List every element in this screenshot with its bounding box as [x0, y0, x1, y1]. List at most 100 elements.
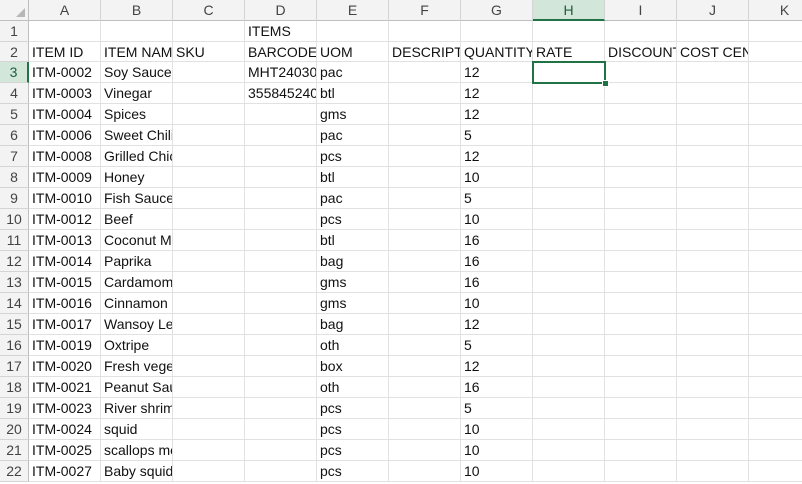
cell-a8[interactable]: ITM-0009 [29, 167, 101, 188]
cell-f9[interactable] [389, 188, 461, 209]
cell-f3[interactable] [389, 62, 461, 83]
cell-i13[interactable] [605, 272, 677, 293]
cell-k4[interactable] [749, 83, 802, 104]
row-header-17[interactable]: 17 [0, 356, 29, 377]
cell-f13[interactable] [389, 272, 461, 293]
cell-a22[interactable]: ITM-0027 [29, 461, 101, 482]
cell-a5[interactable]: ITM-0004 [29, 104, 101, 125]
cell-h12[interactable] [533, 251, 605, 272]
cell-a7[interactable]: ITM-0008 [29, 146, 101, 167]
cell-g3[interactable]: 12 [461, 62, 533, 83]
row-header-11[interactable]: 11 [0, 230, 29, 251]
column-header-f[interactable]: F [389, 0, 461, 21]
cell-f8[interactable] [389, 167, 461, 188]
cell-e17[interactable]: box [317, 356, 389, 377]
spreadsheet-grid[interactable]: ABCDEFGHIJK 1 ITEMS 2ITEM IDITEM NAMESKUBAR… [0, 0, 802, 484]
cell-d1[interactable]: ITEMS [245, 21, 317, 42]
row-header-9[interactable]: 9 [0, 188, 29, 209]
cell-h11[interactable] [533, 230, 605, 251]
cell-f7[interactable] [389, 146, 461, 167]
cell-g7[interactable]: 12 [461, 146, 533, 167]
cell-d15[interactable] [245, 314, 317, 335]
cell-g18[interactable]: 16 [461, 377, 533, 398]
cell-d10[interactable] [245, 209, 317, 230]
column-header-j[interactable]: J [677, 0, 749, 21]
cell-c7[interactable] [173, 146, 245, 167]
row-header-22[interactable]: 22 [0, 461, 29, 482]
cell-a3[interactable]: ITM-0002 [29, 62, 101, 83]
row-header-7[interactable]: 7 [0, 146, 29, 167]
cell-f4[interactable] [389, 83, 461, 104]
cell-e7[interactable]: pcs [317, 146, 389, 167]
cell-d21[interactable] [245, 440, 317, 461]
cell-g10[interactable]: 10 [461, 209, 533, 230]
cell-j1[interactable] [677, 21, 749, 42]
cell-c15[interactable] [173, 314, 245, 335]
cell-d8[interactable] [245, 167, 317, 188]
cell-h17[interactable] [533, 356, 605, 377]
cell-c3[interactable] [173, 62, 245, 83]
cell-a12[interactable]: ITM-0014 [29, 251, 101, 272]
cell-c22[interactable] [173, 461, 245, 482]
cell-d4[interactable]: 355845240 [245, 83, 317, 104]
cell-h8[interactable] [533, 167, 605, 188]
cell-g22[interactable]: 10 [461, 461, 533, 482]
cell-d16[interactable] [245, 335, 317, 356]
cell-f21[interactable] [389, 440, 461, 461]
cell-h3[interactable] [533, 62, 605, 83]
cell-d17[interactable] [245, 356, 317, 377]
cell-h21[interactable] [533, 440, 605, 461]
cell-i18[interactable] [605, 377, 677, 398]
cell-c5[interactable] [173, 104, 245, 125]
cell-h22[interactable] [533, 461, 605, 482]
cell-c18[interactable] [173, 377, 245, 398]
cell-c8[interactable] [173, 167, 245, 188]
cell-h1[interactable] [533, 21, 605, 42]
cell-e2[interactable]: UOM [317, 42, 389, 62]
cell-b3[interactable]: Soy Sauce [101, 62, 173, 83]
cell-a2[interactable]: ITEM ID [29, 42, 101, 62]
cell-j21[interactable] [677, 440, 749, 461]
cell-e5[interactable]: gms [317, 104, 389, 125]
cell-c12[interactable] [173, 251, 245, 272]
cell-i5[interactable] [605, 104, 677, 125]
cell-j8[interactable] [677, 167, 749, 188]
cell-c16[interactable] [173, 335, 245, 356]
cell-c6[interactable] [173, 125, 245, 146]
cell-j22[interactable] [677, 461, 749, 482]
cell-c17[interactable] [173, 356, 245, 377]
cell-b21[interactable]: scallops meat [101, 440, 173, 461]
cell-j4[interactable] [677, 83, 749, 104]
cell-e16[interactable]: oth [317, 335, 389, 356]
cell-j17[interactable] [677, 356, 749, 377]
cell-j3[interactable] [677, 62, 749, 83]
cell-f12[interactable] [389, 251, 461, 272]
cell-g16[interactable]: 5 [461, 335, 533, 356]
cell-k5[interactable] [749, 104, 802, 125]
cell-k9[interactable] [749, 188, 802, 209]
cell-g15[interactable]: 12 [461, 314, 533, 335]
cell-g12[interactable]: 16 [461, 251, 533, 272]
cell-g14[interactable]: 10 [461, 293, 533, 314]
cell-f1[interactable] [389, 21, 461, 42]
cell-k2[interactable] [749, 42, 802, 62]
cell-g21[interactable]: 10 [461, 440, 533, 461]
cell-k14[interactable] [749, 293, 802, 314]
column-header-e[interactable]: E [317, 0, 389, 21]
row-header-21[interactable]: 21 [0, 440, 29, 461]
column-header-d[interactable]: D [245, 0, 317, 21]
cell-g19[interactable]: 5 [461, 398, 533, 419]
cell-j15[interactable] [677, 314, 749, 335]
cell-c21[interactable] [173, 440, 245, 461]
cell-i8[interactable] [605, 167, 677, 188]
cell-b17[interactable]: Fresh vegetables [101, 356, 173, 377]
cell-g1[interactable] [461, 21, 533, 42]
row-header-8[interactable]: 8 [0, 167, 29, 188]
cell-j19[interactable] [677, 398, 749, 419]
cell-h9[interactable] [533, 188, 605, 209]
cell-h13[interactable] [533, 272, 605, 293]
cell-a11[interactable]: ITM-0013 [29, 230, 101, 251]
cell-e6[interactable]: pac [317, 125, 389, 146]
cell-f18[interactable] [389, 377, 461, 398]
cell-c20[interactable] [173, 419, 245, 440]
